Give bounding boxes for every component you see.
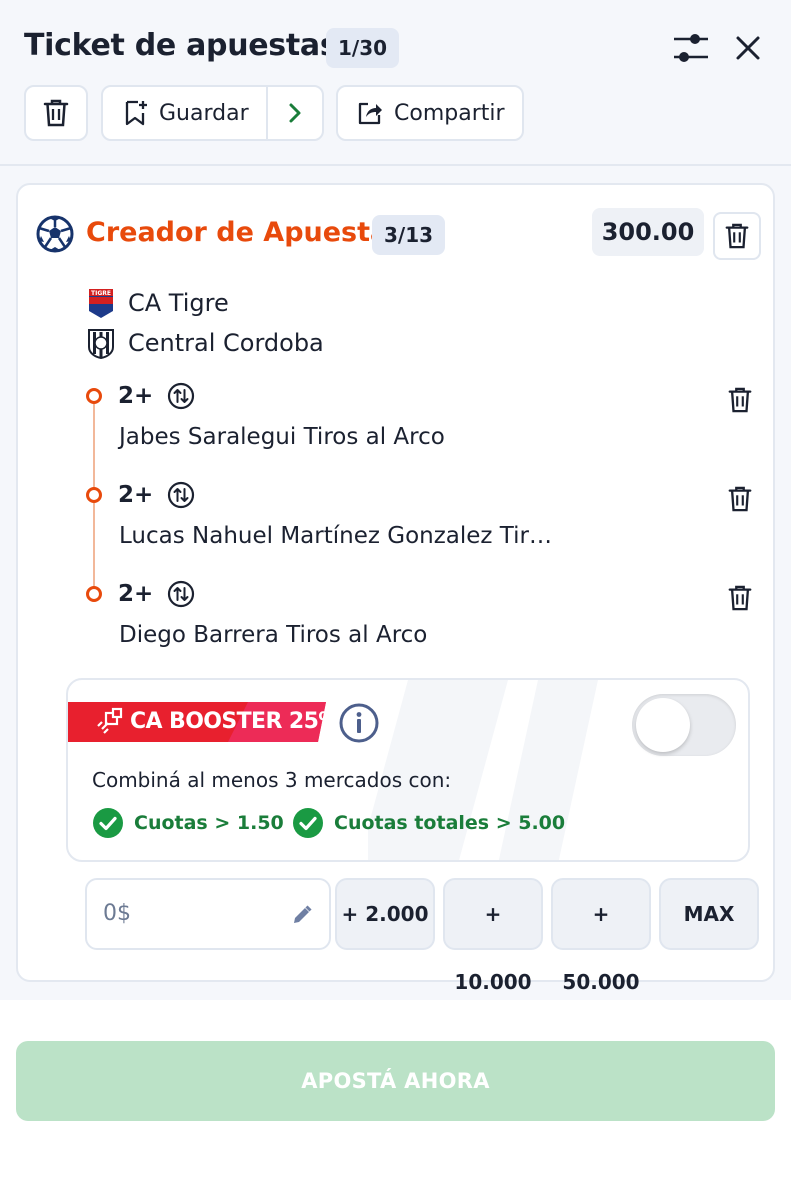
ticket-header: Ticket de apuestas 1/30 Guardar Comparti… bbox=[0, 0, 791, 166]
page-title: Ticket de apuestas bbox=[24, 28, 338, 63]
booster-toggle[interactable] bbox=[632, 694, 736, 756]
booster-description: Combiná al menos 3 mercados con: bbox=[92, 768, 452, 792]
booster-label: CA BOOSTER 25% bbox=[130, 709, 340, 734]
selection-value: 2+ bbox=[118, 581, 154, 607]
swap-icon[interactable] bbox=[167, 580, 195, 608]
team-home: TIGRE CA Tigre bbox=[86, 287, 229, 319]
timeline-connector bbox=[93, 503, 95, 587]
pencil-icon bbox=[294, 905, 312, 923]
trash-icon bbox=[725, 223, 749, 249]
toggle-knob bbox=[636, 698, 690, 752]
stake-value: 0$ bbox=[103, 901, 131, 926]
quick-amount-50000-button[interactable]: + 50.000 bbox=[551, 878, 651, 994]
bet-builder-title: Creador de Apuestas bbox=[86, 217, 405, 248]
bet-builder-card: Creador de Apuestas 3/13 300.00 TIGRE CA… bbox=[16, 183, 775, 994]
trash-icon bbox=[728, 387, 752, 413]
selection-dot bbox=[86, 586, 102, 602]
booster-panel: CA BOOSTER 25% Combiná al menos 3 mercad… bbox=[66, 678, 750, 862]
quick-amount-10000-button[interactable]: + 10.000 bbox=[443, 878, 543, 994]
selection-header: 2+ bbox=[118, 578, 195, 610]
share-icon bbox=[358, 102, 382, 125]
team-away: Central Cordoba bbox=[86, 327, 324, 359]
save-options-button[interactable] bbox=[268, 87, 322, 139]
swap-icon[interactable] bbox=[167, 481, 195, 509]
selection-dot bbox=[86, 388, 102, 404]
selection-dot bbox=[86, 487, 102, 503]
swap-icon[interactable] bbox=[167, 382, 195, 410]
remove-selection-button[interactable] bbox=[724, 483, 756, 515]
combined-odds: 300.00 bbox=[592, 208, 704, 256]
selection-value: 2+ bbox=[118, 383, 154, 409]
bookmark-add-icon bbox=[125, 100, 147, 126]
sliders-icon bbox=[674, 34, 708, 62]
selection-header: 2+ bbox=[118, 479, 195, 511]
timeline-connector bbox=[93, 404, 95, 488]
soccer-ball-icon bbox=[36, 215, 74, 253]
bet-builder-count-badge: 3/13 bbox=[372, 215, 446, 255]
share-button[interactable]: Compartir bbox=[336, 85, 524, 141]
booster-condition-label: Cuotas > 1.50 bbox=[134, 812, 284, 834]
close-icon bbox=[736, 36, 760, 60]
selection-market: Lucas Nahuel Martínez Gonzalez Tir… bbox=[119, 523, 552, 549]
check-circle-icon bbox=[93, 808, 123, 838]
remove-selection-button[interactable] bbox=[724, 384, 756, 416]
quick-amount-2000-button[interactable]: + 2.000 bbox=[335, 878, 435, 950]
save-button[interactable]: Guardar bbox=[103, 87, 268, 139]
selection-market: Jabes Saralegui Tiros al Arco bbox=[119, 424, 445, 450]
save-button-group: Guardar bbox=[101, 85, 324, 141]
max-stake-button[interactable]: MAX bbox=[659, 878, 759, 950]
tigre-crest-icon: TIGRE bbox=[89, 289, 113, 318]
team-away-name: Central Cordoba bbox=[128, 329, 324, 357]
ticket-count-badge: 1/30 bbox=[326, 28, 400, 68]
tigre-crest-text: TIGRE bbox=[91, 290, 111, 297]
close-button[interactable] bbox=[728, 28, 768, 68]
trash-icon bbox=[728, 486, 752, 512]
trash-icon bbox=[43, 99, 69, 127]
trash-icon bbox=[728, 585, 752, 611]
remove-bet-builder-button[interactable] bbox=[713, 212, 761, 260]
selection-value: 2+ bbox=[118, 482, 154, 508]
selection-market: Diego Barrera Tiros al Arco bbox=[119, 622, 428, 648]
booster-condition: Cuotas totales > 5.00 bbox=[292, 806, 565, 840]
share-label: Compartir bbox=[394, 100, 505, 126]
info-icon[interactable] bbox=[338, 702, 380, 744]
check-circle-icon bbox=[293, 808, 323, 838]
booster-condition: Cuotas > 1.50 bbox=[92, 806, 284, 840]
place-bet-button[interactable]: APOSTÁ AHORA bbox=[16, 1041, 775, 1121]
team-home-name: CA Tigre bbox=[128, 289, 229, 317]
stake-input[interactable]: 0$ bbox=[85, 878, 331, 950]
save-label: Guardar bbox=[159, 100, 249, 126]
selection-header: 2+ bbox=[118, 380, 195, 412]
booster-condition-label: Cuotas totales > 5.00 bbox=[334, 812, 566, 834]
clear-ticket-button[interactable] bbox=[24, 85, 88, 141]
central-cordoba-crest-icon bbox=[88, 329, 114, 359]
remove-selection-button[interactable] bbox=[724, 582, 756, 614]
settings-sliders-button[interactable] bbox=[668, 28, 714, 68]
chevron-right-icon bbox=[289, 103, 301, 123]
